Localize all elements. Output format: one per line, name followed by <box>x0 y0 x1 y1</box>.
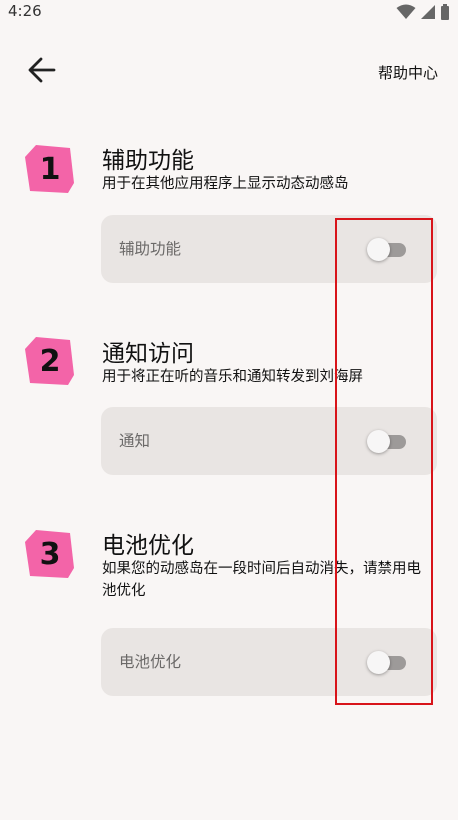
setting-label: 通知 <box>119 432 151 450</box>
section-desc-battery: 如果您的动感岛在一段时间后自动消失，请禁用电池优化 <box>102 561 421 599</box>
toggle-thumb <box>367 430 390 453</box>
step-badge-1: 1 <box>24 143 76 195</box>
toggle-thumb <box>367 651 390 674</box>
step-number: 2 <box>39 343 61 379</box>
wifi-icon <box>396 3 416 25</box>
step-badge-3: 3 <box>24 528 76 580</box>
notification-toggle[interactable] <box>367 430 407 453</box>
setting-card-battery[interactable]: 电池优化 <box>101 628 437 696</box>
toggle-thumb <box>367 238 390 261</box>
status-bar: 4:26 <box>0 0 458 26</box>
step-badge-2: 2 <box>24 335 76 387</box>
setting-label: 电池优化 <box>119 653 182 671</box>
section-title-accessibility: 辅助功能 <box>102 148 194 174</box>
signal-icon <box>420 3 436 25</box>
setting-card-notification[interactable]: 通知 <box>101 407 437 475</box>
step-number: 3 <box>39 536 61 572</box>
setting-label: 辅助功能 <box>119 240 182 258</box>
battery-optimization-toggle[interactable] <box>367 651 407 674</box>
section-desc-notification: 用于将正在听的音乐和通知转发到刘海屏 <box>102 369 363 385</box>
arrow-left-icon <box>26 54 58 90</box>
battery-icon <box>440 3 450 25</box>
back-button[interactable] <box>22 52 62 92</box>
section-desc-accessibility: 用于在其他应用程序上显示动态动感岛 <box>102 176 349 192</box>
status-icons <box>396 3 450 25</box>
section-title-notification: 通知访问 <box>102 341 194 367</box>
setting-card-accessibility[interactable]: 辅助功能 <box>101 215 437 283</box>
status-time: 4:26 <box>8 2 42 20</box>
section-title-battery: 电池优化 <box>102 533 194 559</box>
step-number: 1 <box>39 151 61 187</box>
help-center-link[interactable]: 帮助中心 <box>378 62 438 83</box>
accessibility-toggle[interactable] <box>367 238 407 261</box>
